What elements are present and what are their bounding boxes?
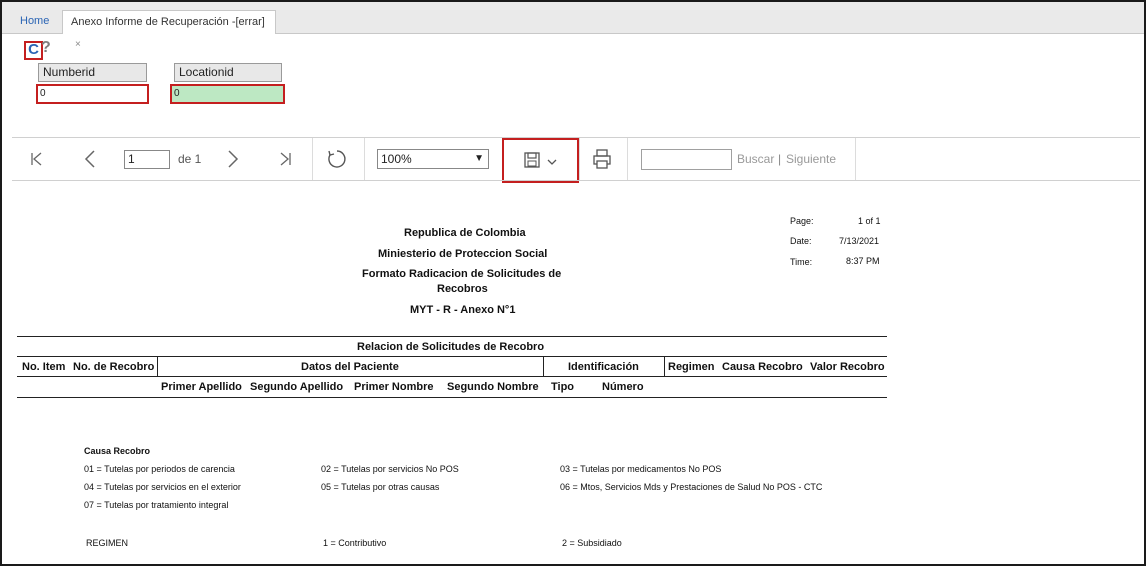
locationid-label: Locationid bbox=[174, 63, 282, 82]
toolbar-separator bbox=[579, 138, 580, 180]
app-window: Home Anexo Informe de Recuperación -[err… bbox=[0, 0, 1146, 566]
legend-c01: 01 = Tutelas por periodos de carencia bbox=[84, 464, 235, 474]
page-count: de 1 bbox=[178, 152, 202, 166]
toolbar-separator bbox=[855, 138, 856, 180]
print-icon[interactable] bbox=[593, 149, 611, 169]
col-segundo-nombre: Segundo Nombre bbox=[447, 381, 539, 393]
col-identificacion: Identificación bbox=[568, 361, 639, 373]
col-item: No. Item bbox=[22, 361, 66, 373]
report-title-1: Republica de Colombia bbox=[404, 227, 526, 239]
legend-c03: 03 = Tutelas por medicamentos No POS bbox=[560, 464, 722, 474]
next-page-icon[interactable] bbox=[227, 150, 239, 168]
page-number-input[interactable]: 1 bbox=[124, 150, 170, 169]
col-regimen: Regimen bbox=[668, 361, 715, 373]
col-causa: Causa Recobro bbox=[722, 361, 803, 373]
legend-c04: 04 = Tutelas por servicios en el exterio… bbox=[84, 482, 241, 492]
toolbar-bottom-divider bbox=[12, 180, 1140, 181]
legend-c07: 07 = Tutelas por tratamiento integral bbox=[84, 500, 229, 510]
numberid-label: Numberid bbox=[38, 63, 147, 82]
help-icon[interactable]: ? bbox=[41, 39, 51, 57]
table-top-rule bbox=[17, 336, 887, 337]
meta-date-value: 7/13/2021 bbox=[839, 236, 880, 246]
numberid-input[interactable]: 0 bbox=[36, 84, 149, 104]
search-divider: | bbox=[778, 152, 782, 166]
meta-date-label: Date: bbox=[790, 236, 812, 246]
tab-report-label: Anexo Informe de Recuperación -[errar] bbox=[71, 16, 265, 28]
export-button[interactable] bbox=[502, 138, 579, 183]
legend-regimen: REGIMEN bbox=[86, 538, 129, 548]
meta-page-label: Page: bbox=[790, 216, 814, 226]
save-icon bbox=[524, 152, 540, 168]
table-divider bbox=[157, 356, 158, 376]
col-segundo-apellido: Segundo Apellido bbox=[250, 381, 344, 393]
report-toolbar: 1 de 1 100% ▼ Buscar | Siguiente bbox=[12, 138, 1140, 183]
zoom-select[interactable]: 100% ▼ bbox=[377, 149, 489, 169]
legend-c05: 05 = Tutelas por otras causas bbox=[321, 482, 440, 492]
col-numero: Número bbox=[602, 381, 644, 393]
chevron-down-icon bbox=[547, 159, 557, 165]
chevron-down-icon: ▼ bbox=[474, 153, 484, 164]
first-page-icon[interactable] bbox=[30, 152, 44, 166]
meta-time-value: 8:37 PM bbox=[846, 256, 880, 266]
table-bottom-rule bbox=[17, 397, 887, 398]
tab-report[interactable]: Anexo Informe de Recuperación -[errar] × bbox=[62, 10, 276, 50]
col-recobro: No. de Recobro bbox=[73, 361, 155, 373]
col-paciente: Datos del Paciente bbox=[301, 361, 399, 373]
close-icon[interactable]: × bbox=[75, 39, 81, 50]
col-valor: Valor Recobro bbox=[810, 361, 885, 373]
table-subheader-rule bbox=[17, 376, 887, 377]
locationid-value: 0 bbox=[174, 88, 180, 99]
col-tipo: Tipo bbox=[551, 381, 575, 393]
report-title-2: Miniesterio de Proteccion Social bbox=[378, 248, 548, 260]
zoom-value: 100% bbox=[381, 152, 412, 166]
numberid-value: 0 bbox=[40, 88, 46, 99]
tab-bar: Home Anexo Informe de Recuperación -[err… bbox=[2, 2, 1144, 50]
toolbar-separator bbox=[627, 138, 628, 180]
legend-c06: 06 = Mtos, Servicios Mds y Prestaciones … bbox=[560, 482, 823, 492]
meta-time-label: Time: bbox=[790, 257, 813, 267]
legend-title: Causa Recobro bbox=[84, 446, 151, 456]
next-match-button[interactable]: Siguiente bbox=[786, 138, 836, 180]
tab-home[interactable]: Home bbox=[12, 10, 57, 34]
legend-r1: 1 = Contributivo bbox=[323, 538, 387, 548]
col-primer-nombre: Primer Nombre bbox=[354, 381, 434, 393]
locationid-input[interactable]: 0 bbox=[170, 84, 285, 104]
report-title-3b: Recobros bbox=[437, 283, 488, 295]
search-input[interactable] bbox=[641, 149, 732, 170]
previous-page-icon[interactable] bbox=[84, 150, 96, 168]
toolbar-separator bbox=[364, 138, 365, 180]
table-title: Relacion de Solicitudes de Recobro bbox=[357, 341, 545, 353]
report-title-4: MYT - R - Anexo N°1 bbox=[410, 304, 516, 316]
col-primer-apellido: Primer Apellido bbox=[161, 381, 242, 393]
report-title-3: Formato Radicacion de Solicitudes de bbox=[362, 268, 562, 280]
toolbar-separator bbox=[312, 138, 313, 180]
table-divider bbox=[664, 356, 665, 376]
legend-c02: 02 = Tutelas por servicios No POS bbox=[321, 464, 459, 474]
table-divider bbox=[543, 356, 544, 376]
search-button[interactable]: Buscar bbox=[737, 138, 774, 180]
legend-r2: 2 = Subsidiado bbox=[562, 538, 622, 548]
last-page-icon[interactable] bbox=[278, 152, 292, 166]
meta-page-value: 1 of 1 bbox=[858, 216, 881, 226]
refresh-report-icon[interactable] bbox=[327, 149, 347, 169]
table-header-rule bbox=[17, 356, 887, 357]
